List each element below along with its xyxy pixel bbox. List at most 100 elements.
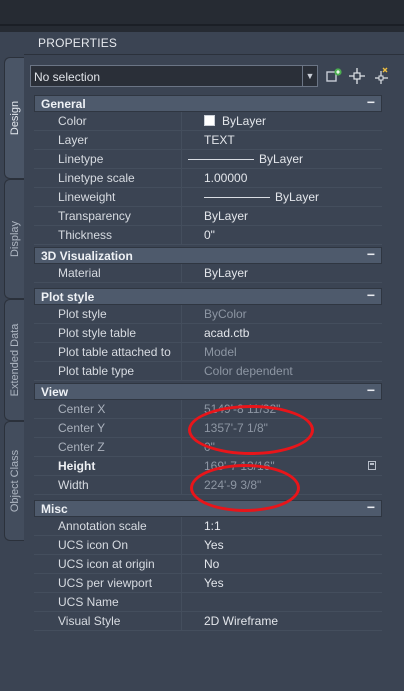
property-label: Center Z — [34, 438, 182, 457]
section-general-header[interactable]: General − — [34, 94, 382, 112]
property-label: Color — [34, 112, 182, 131]
quick-select-icon[interactable] — [325, 67, 343, 85]
selection-row: No selection ▼ — [30, 65, 404, 89]
property-value-lineweight[interactable]: ByLayer — [182, 188, 382, 207]
collapse-icon[interactable]: − — [367, 94, 375, 110]
property-value-ucs-icon-on[interactable]: Yes — [182, 536, 382, 555]
property-row-color[interactable]: Color ByLayer — [34, 112, 382, 131]
collapse-icon[interactable]: − — [367, 246, 375, 262]
property-label: Visual Style — [34, 612, 182, 631]
property-label: Width — [34, 476, 182, 495]
tab-extended-data-label: Extended Data — [8, 323, 21, 397]
property-row-layer[interactable]: Layer TEXT — [34, 131, 382, 150]
tab-display-label: Display — [8, 220, 21, 258]
tab-display[interactable]: Display — [4, 179, 24, 299]
palette-title: PROPERTIES — [38, 36, 118, 50]
section-view-header[interactable]: View − — [34, 382, 382, 400]
property-row-lineweight[interactable]: Lineweight ByLayer — [34, 188, 382, 207]
property-label: Center Y — [34, 419, 182, 438]
collapse-icon[interactable]: − — [367, 382, 375, 398]
tab-design[interactable]: Design — [4, 57, 24, 179]
property-row-ucs-icon-on[interactable]: UCS icon On Yes — [34, 536, 382, 555]
top-strip — [0, 0, 404, 32]
property-value-ucs-icon-origin[interactable]: No — [182, 555, 382, 574]
tab-object-class-label: Object Class — [8, 449, 21, 513]
chevron-down-icon[interactable]: ▼ — [302, 66, 317, 86]
property-label: UCS Name — [34, 593, 182, 612]
property-label: Linetype — [34, 150, 182, 169]
linetype-sample-icon — [188, 159, 254, 161]
property-value-color[interactable]: ByLayer — [182, 112, 382, 131]
sidebar-tabs: Design Display Extended Data Object Clas… — [0, 52, 24, 691]
property-value-visual-style[interactable]: 2D Wireframe — [182, 612, 382, 631]
tab-extended-data[interactable]: Extended Data — [4, 299, 24, 421]
property-row-transparency[interactable]: Transparency ByLayer — [34, 207, 382, 226]
property-row-ucs-icon-origin[interactable]: UCS icon at origin No — [34, 555, 382, 574]
property-label: Annotation scale — [34, 517, 182, 536]
tab-design-label: Design — [8, 100, 21, 136]
property-label: Lineweight — [34, 188, 182, 207]
lineweight-sample-icon — [204, 197, 270, 199]
property-label: Plot table attached to — [34, 343, 182, 362]
property-label: UCS icon On — [34, 536, 182, 555]
property-value-plot-style: ByColor — [182, 305, 382, 324]
property-label: Plot style table — [34, 324, 182, 343]
property-value-ucs-per-viewport[interactable]: Yes — [182, 574, 382, 593]
section-plot-style-header[interactable]: Plot style − — [34, 287, 382, 305]
tab-object-class[interactable]: Object Class — [4, 421, 24, 541]
properties-grid: General − Color ByLayer Layer TEXT Linet… — [34, 93, 382, 631]
property-label: UCS icon at origin — [34, 555, 182, 574]
selection-value: No selection — [34, 70, 101, 84]
selection-dropdown[interactable]: No selection ▼ — [30, 65, 318, 87]
property-value-linetype[interactable]: ByLayer — [182, 150, 382, 169]
property-label: UCS per viewport — [34, 574, 182, 593]
property-row-ucs-name[interactable]: UCS Name — [34, 593, 382, 612]
section-title: View — [41, 385, 69, 399]
property-label: Linetype scale — [34, 169, 182, 188]
linetype-value-text: ByLayer — [259, 152, 304, 166]
property-value-ucs-name[interactable] — [182, 593, 382, 612]
color-swatch-icon — [204, 115, 215, 126]
property-row-plot-table-type[interactable]: Plot table type Color dependent — [34, 362, 382, 381]
property-row-plot-style[interactable]: Plot style ByColor — [34, 305, 382, 324]
property-value-plot-style-table[interactable]: acad.ctb — [182, 324, 382, 343]
property-row-thickness[interactable]: Thickness 0" — [34, 226, 382, 245]
property-row-material[interactable]: Material ByLayer — [34, 264, 382, 283]
property-value-layer[interactable]: TEXT — [182, 131, 382, 150]
property-row-ucs-per-viewport[interactable]: UCS per viewport Yes — [34, 574, 382, 593]
property-label: Center X — [34, 400, 182, 419]
calculator-icon[interactable] — [368, 461, 376, 470]
property-label: Plot style — [34, 305, 182, 324]
property-value-thickness[interactable]: 0" — [182, 226, 382, 245]
section-title: General — [41, 97, 86, 111]
palette-titlebar[interactable]: PROPERTIES — [24, 32, 404, 55]
annotation-ellipse-center — [188, 405, 314, 455]
property-value-material[interactable]: ByLayer — [182, 264, 382, 283]
top-divider — [0, 24, 404, 26]
collapse-icon[interactable]: − — [367, 287, 375, 303]
property-label: Plot table type — [34, 362, 182, 381]
property-row-linetype[interactable]: Linetype ByLayer — [34, 150, 382, 169]
property-row-visual-style[interactable]: Visual Style 2D Wireframe — [34, 612, 382, 631]
property-value-plot-table-type: Color dependent — [182, 362, 382, 381]
section-3d-visualization-header[interactable]: 3D Visualization − — [34, 246, 382, 264]
section-title: Misc — [41, 502, 68, 516]
collapse-icon[interactable]: − — [367, 499, 375, 515]
toggle-pickadd-icon[interactable] — [372, 67, 390, 85]
property-label: Material — [34, 264, 182, 283]
property-value-transparency[interactable]: ByLayer — [182, 207, 382, 226]
property-row-plot-table-attached[interactable]: Plot table attached to Model — [34, 343, 382, 362]
property-label: Height — [34, 457, 182, 476]
select-objects-icon[interactable] — [348, 67, 366, 85]
property-row-annotation-scale[interactable]: Annotation scale 1:1 — [34, 517, 382, 536]
property-value-plot-table-attached: Model — [182, 343, 382, 362]
property-row-linetype-scale[interactable]: Linetype scale 1.00000 — [34, 169, 382, 188]
lineweight-value-text: ByLayer — [275, 190, 320, 204]
property-label: Transparency — [34, 207, 182, 226]
property-value-linetype-scale[interactable]: 1.00000 — [182, 169, 382, 188]
annotation-ellipse-size — [190, 464, 300, 512]
section-title: 3D Visualization — [41, 249, 133, 263]
property-row-plot-style-table[interactable]: Plot style table acad.ctb — [34, 324, 382, 343]
section-title: Plot style — [41, 290, 95, 304]
property-value-annotation-scale[interactable]: 1:1 — [182, 517, 382, 536]
